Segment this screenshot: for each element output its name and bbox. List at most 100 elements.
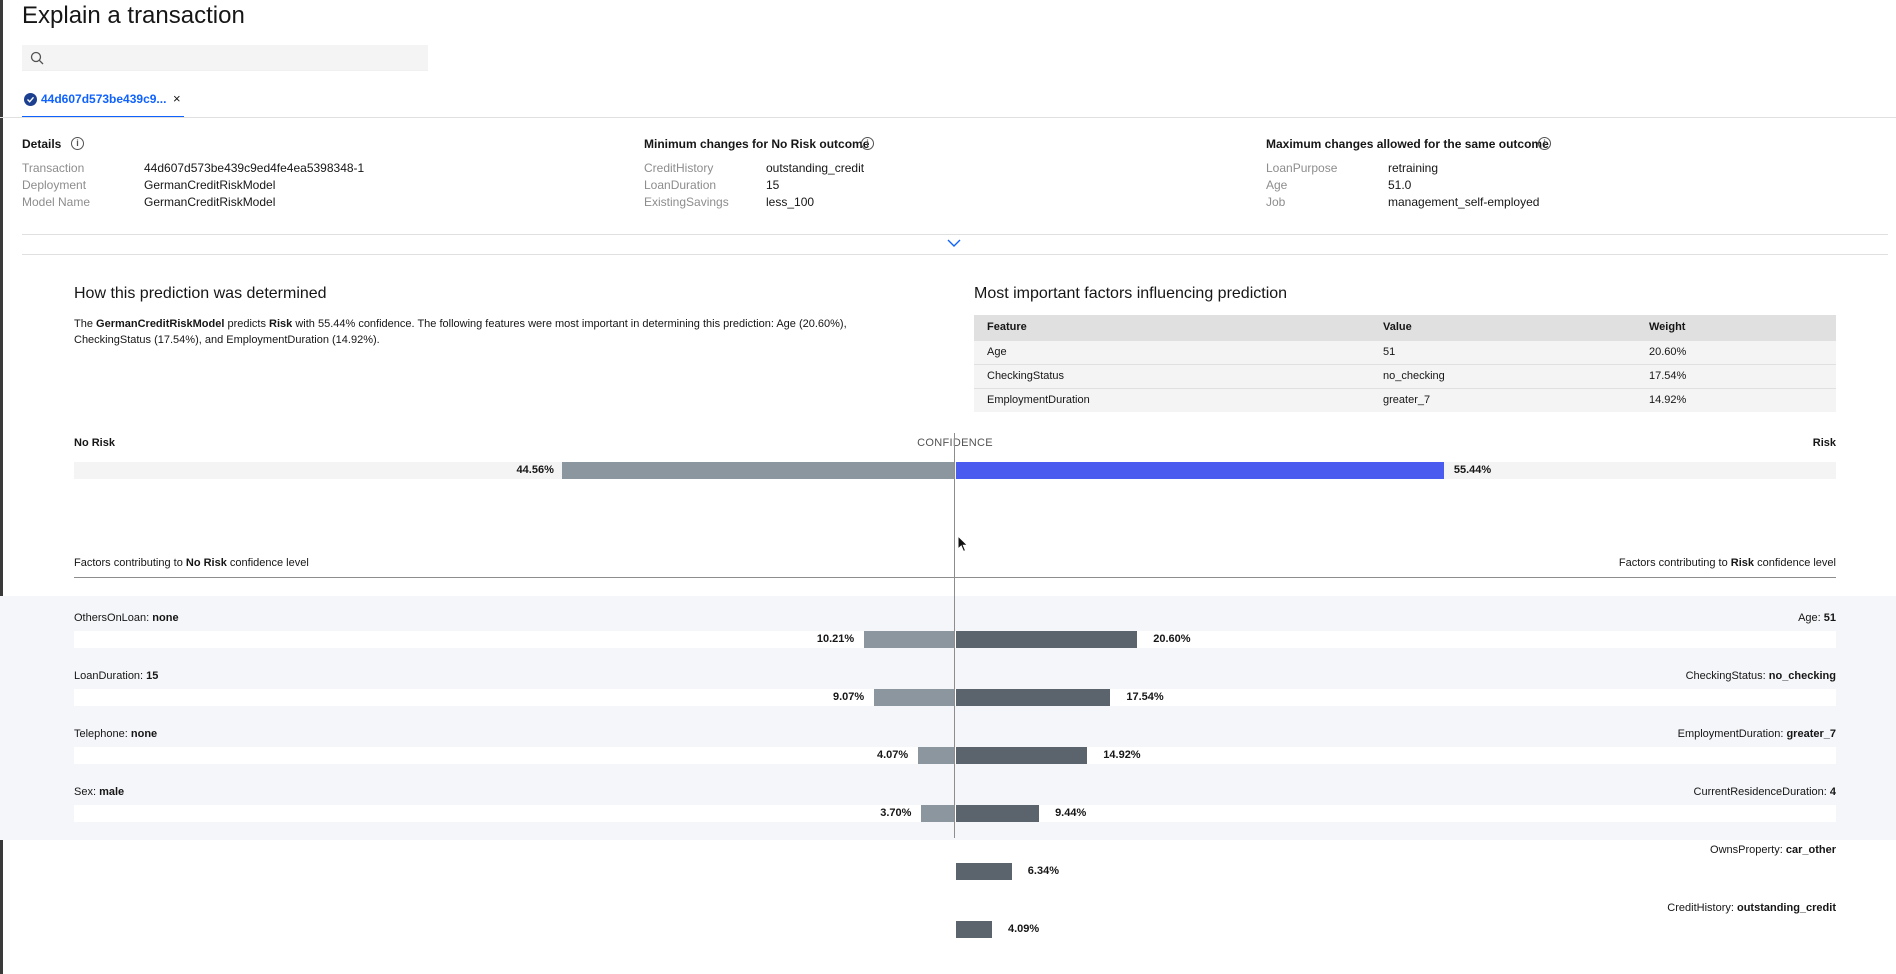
column-header: Feature	[974, 315, 1370, 340]
field-value: 51.0	[1388, 178, 1412, 192]
factor-value: 15	[146, 670, 159, 682]
table-cell: 17.54%	[1636, 363, 1836, 388]
tab-transaction[interactable]: 44d607d573be439c9... ×	[22, 88, 184, 118]
prediction-heading: How this prediction was determined	[74, 285, 327, 302]
factor-pct-right: 9.44%	[1055, 807, 1087, 819]
factor-track	[74, 631, 1836, 648]
factor-label-left: Telephone: none	[74, 728, 157, 740]
tab-divider	[0, 117, 1896, 118]
info-icon[interactable]: i	[861, 137, 874, 150]
factor-value: no_checking	[1768, 670, 1836, 682]
tab-label: 44d607d573be439c9...	[41, 92, 167, 106]
factor-pct-left: 4.07%	[876, 749, 909, 761]
no-risk-factor-bar	[921, 805, 954, 822]
divider	[22, 254, 1888, 255]
risk-value: 55.44%	[1453, 464, 1492, 476]
factor-track	[954, 921, 1836, 938]
info-icon[interactable]: i	[1538, 137, 1551, 150]
chevron-down-icon[interactable]	[946, 238, 962, 248]
factor-value: none	[130, 728, 158, 740]
desc-text: predicts	[224, 318, 270, 330]
desc-model: GermanCreditRiskModel	[96, 318, 225, 330]
contrib-text: Factors contributing to	[74, 557, 186, 569]
contrib-text: confidence level	[1754, 557, 1836, 569]
factor-track	[74, 747, 1836, 764]
no-risk-bar	[561, 462, 954, 479]
factor-value: outstanding_credit	[1736, 902, 1836, 914]
factor-name: CreditHistory:	[1667, 902, 1737, 914]
factor-value: male	[99, 786, 125, 798]
field-value: less_100	[766, 195, 815, 209]
table-header: Feature Value Weight	[974, 315, 1836, 340]
table-row: EmploymentDuration greater_7 14.92%	[974, 387, 1836, 412]
factor-label-right: CurrentResidenceDuration: 4	[1336, 786, 1836, 798]
page-title: Explain a transaction	[22, 2, 245, 29]
contrib-separator	[74, 577, 1836, 578]
factor-name: EmploymentDuration:	[1677, 728, 1787, 740]
factor-value: 4	[1829, 786, 1836, 798]
prediction-description: The GermanCreditRiskModel predicts Risk …	[74, 316, 914, 348]
factor-label-right: CreditHistory: outstanding_credit	[1336, 902, 1836, 914]
field-label: LoanPurpose	[1266, 161, 1338, 175]
factor-name: CheckingStatus:	[1685, 670, 1769, 682]
risk-factor-bar	[956, 863, 1012, 880]
factor-pct-left: 9.07%	[832, 691, 865, 703]
factors-heading: Most important factors influencing predi…	[974, 285, 1288, 302]
contrib-bold: Risk	[1730, 557, 1755, 569]
table-cell: CheckingStatus	[974, 363, 1370, 388]
confidence-track	[74, 462, 1836, 479]
factor-name: Telephone:	[74, 728, 131, 740]
field-value: management_self-employed	[1388, 195, 1540, 209]
factor-track	[74, 689, 1836, 706]
factor-pct-right: 6.34%	[1027, 865, 1059, 877]
no-risk-value: 44.56%	[516, 464, 554, 476]
desc-outcome: Risk	[269, 318, 293, 330]
field-label: ExistingSavings	[644, 195, 729, 209]
field-value: 44d607d573be439c9ed4fe4ea5398348-1	[144, 161, 365, 175]
desc-text: The	[74, 318, 97, 330]
field-label: Model Name	[22, 195, 91, 209]
factor-value: none	[152, 612, 179, 624]
no-risk-contrib-heading: Factors contributing to No Risk confiden…	[74, 557, 309, 569]
risk-bar	[956, 462, 1444, 479]
field-value: 15	[766, 178, 780, 192]
search-input[interactable]	[22, 45, 428, 71]
field-label: Age	[1266, 178, 1288, 192]
field-label: Deployment	[22, 178, 87, 192]
field-value: retraining	[1388, 161, 1439, 175]
table-cell: EmploymentDuration	[974, 387, 1370, 412]
column-header: Value	[1370, 315, 1636, 340]
table-cell: 14.92%	[1636, 387, 1836, 412]
risk-label: Risk	[1812, 437, 1836, 449]
column-header: Weight	[1636, 315, 1836, 340]
risk-factor-bar	[956, 747, 1088, 764]
risk-factor-bar	[956, 631, 1138, 648]
table-cell: Age	[974, 339, 1370, 364]
factor-label-right: CheckingStatus: no_checking	[1336, 670, 1836, 682]
info-icon[interactable]: i	[71, 137, 84, 150]
factor-pct-right: 17.54%	[1126, 691, 1164, 703]
factor-label-left: LoanDuration: 15	[74, 670, 158, 682]
field-label: LoanDuration	[644, 178, 717, 192]
table-cell: no_checking	[1370, 363, 1636, 388]
factor-label-left: Sex: male	[74, 786, 124, 798]
factor-name: OwnsProperty:	[1710, 844, 1786, 856]
table-cell: 20.60%	[1636, 339, 1836, 364]
contrib-bold: No Risk	[185, 557, 227, 569]
field-value: GermanCreditRiskModel	[144, 195, 276, 209]
max-changes-heading: Maximum changes allowed for the same out…	[1266, 137, 1549, 151]
field-label: Job	[1266, 195, 1286, 209]
close-icon[interactable]: ×	[173, 91, 181, 106]
field-value: GermanCreditRiskModel	[144, 178, 276, 192]
factor-label-right: EmploymentDuration: greater_7	[1336, 728, 1836, 740]
factor-name: LoanDuration:	[74, 670, 147, 682]
factors-table: Feature Value Weight Age 51 20.60% Check…	[974, 315, 1836, 412]
factor-pct-left: 10.21%	[816, 633, 855, 645]
factor-track	[74, 805, 1836, 822]
risk-contrib-heading: Factors contributing to Risk confidence …	[1436, 557, 1836, 569]
factor-track	[954, 863, 1836, 880]
no-risk-label: No Risk	[74, 437, 115, 449]
field-label: Transaction	[22, 161, 85, 175]
no-risk-factor-bar	[864, 631, 954, 648]
confidence-label: CONFIDENCE	[900, 437, 1010, 449]
